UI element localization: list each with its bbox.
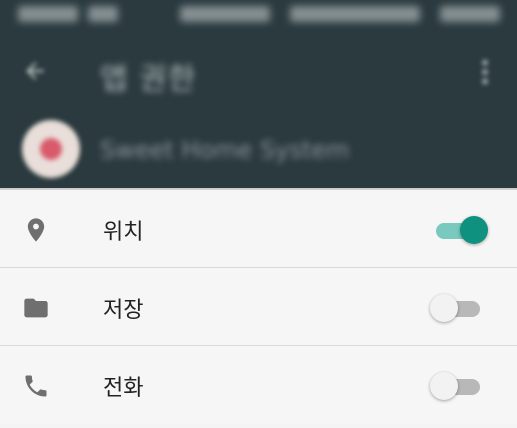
permission-label: 저장 bbox=[103, 298, 144, 323]
location-toggle[interactable] bbox=[430, 215, 490, 245]
app-info: Sweet Home System bbox=[0, 118, 517, 184]
permission-row-storage[interactable]: 저장 bbox=[0, 268, 517, 346]
phone-toggle[interactable] bbox=[430, 371, 490, 401]
permission-list: 위치 저장 전화 bbox=[0, 190, 517, 424]
more-options-icon[interactable] bbox=[478, 58, 492, 86]
toolbar: 앱 권한 bbox=[0, 44, 517, 100]
app-icon bbox=[22, 120, 80, 178]
app-bar: 앱 권한 Sweet Home System bbox=[0, 0, 517, 188]
status-bar bbox=[0, 0, 517, 30]
app-name: Sweet Home System bbox=[100, 136, 350, 164]
folder-icon bbox=[24, 298, 48, 318]
permission-label: 전화 bbox=[103, 376, 144, 401]
phone-icon bbox=[25, 375, 47, 397]
storage-toggle[interactable] bbox=[430, 293, 490, 323]
permission-row-location[interactable]: 위치 bbox=[0, 190, 517, 268]
page-title: 앱 권한 bbox=[100, 62, 197, 97]
permission-row-phone[interactable]: 전화 bbox=[0, 346, 517, 424]
location-pin-icon bbox=[27, 218, 45, 242]
permission-label: 위치 bbox=[103, 220, 144, 245]
back-arrow-icon[interactable] bbox=[22, 58, 48, 84]
